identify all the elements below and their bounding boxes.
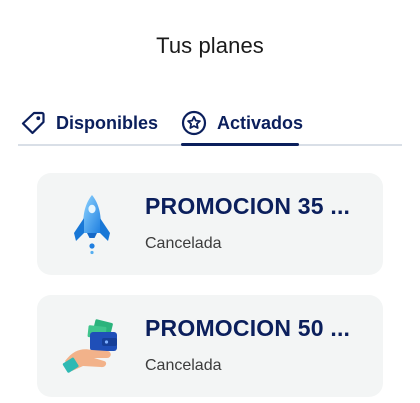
plan-title: PROMOCION 35 ... [145,193,351,219]
plan-status: Cancelada [145,235,222,252]
page-title: Tus planes [156,33,264,58]
star-circle-icon [181,110,207,136]
tab-activados[interactable]: Activados [181,100,303,146]
tab-activados-label: Activados [217,112,304,133]
plan-title: PROMOCION 50 ... [145,315,351,341]
tab-disponibles-label: Disponibles [56,112,159,133]
wallet-hand-icon [61,311,123,381]
tab-disponibles[interactable]: Disponibles [20,100,158,146]
tag-icon [20,110,46,136]
plan-tabs: Disponibles Activados [18,100,402,146]
plan-card[interactable]: PROMOCION 50 ... Cancelada [37,295,383,397]
plan-status: Cancelada [145,357,222,374]
rocket-icon [61,189,123,259]
plan-card[interactable]: PROMOCION 35 ... Cancelada [37,173,383,275]
active-tab-indicator [181,143,299,146]
